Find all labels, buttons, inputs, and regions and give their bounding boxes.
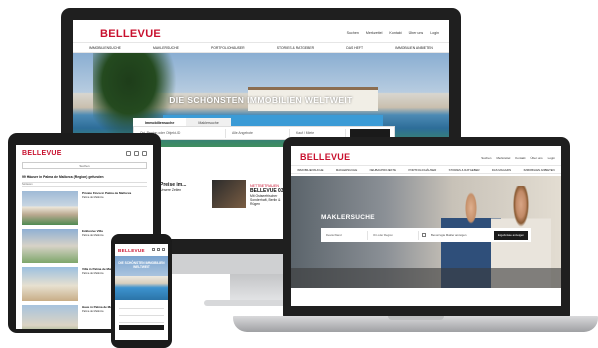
offer-type-select[interactable] (119, 311, 164, 316)
main-nav: IMMOBILIENSUCHE MAKLERSUCHE PORTFOLIOHÄU… (73, 42, 449, 53)
search-button[interactable] (119, 325, 164, 330)
menu-icon[interactable] (142, 151, 147, 156)
buy-rent-select[interactable] (119, 318, 164, 323)
brand-logo[interactable]: BELLEVUE (100, 28, 161, 40)
brand-logo[interactable]: BELLEVUE (300, 152, 350, 162)
nav-item-property-search[interactable]: IMMOBILIENSUCHE (89, 46, 121, 50)
listing-location: Palma de Mallorca (82, 271, 104, 275)
menu-icon[interactable] (162, 248, 165, 251)
nav-item-magazine[interactable]: DAS HEFT (346, 46, 363, 50)
listing-photo[interactable] (22, 191, 78, 225)
listing-location: Palma de Mallorca (82, 309, 104, 313)
magazine-cover-image[interactable] (212, 180, 246, 208)
sort-filter[interactable]: Sortieren (22, 182, 147, 187)
nav-item-stories[interactable]: STORIES & RATGEBER (277, 46, 314, 50)
nav-item-stories[interactable]: STORIES & RATGEBER (449, 168, 480, 172)
hero-title: DIE SCHÖNSTEN IMMOBILIEN WELTWEIT (118, 261, 165, 269)
preferred-agents-checkbox[interactable] (422, 233, 426, 237)
hero-title: MAKLERSUCHE (321, 214, 375, 221)
nav-item-portfolio[interactable]: PORTFOLIOHÄUSER (211, 46, 245, 50)
location-input[interactable]: Ort oder Region (371, 230, 419, 240)
show-results-button[interactable]: Ergebnisse anzeigen (493, 230, 528, 240)
tablet-header-icons (126, 151, 147, 156)
desktop-header: BELLEVUE Suchen Merkzettel Kontakt Über … (73, 20, 449, 42)
hero-title: DIE SCHÖNSTEN IMMOBILIEN WELTWEIT (169, 95, 353, 105)
utility-link-contact[interactable]: Kontakt (389, 31, 401, 35)
nav-item-new-builds[interactable]: NEUBAUPROJEKTE (370, 168, 396, 172)
listing-photo[interactable] (22, 229, 78, 263)
teaser-left[interactable]: Preise im... Unsere Zeilen (160, 182, 186, 192)
utility-links: Suchen Merkzettel Kontakt Über uns Login (347, 31, 439, 35)
utility-link-about[interactable]: Über uns (409, 31, 424, 35)
location-input[interactable] (119, 304, 164, 309)
laptop-screen: BELLEVUE Suchen Merkzettel Kontakt Über … (291, 146, 561, 306)
agent-search-bar: Deutschland Ort oder Region Bevorzugte M… (321, 228, 531, 242)
utility-link-login[interactable]: Login (430, 31, 439, 35)
listing-photo[interactable] (22, 305, 78, 329)
nav-item-portfolio[interactable]: PORTFOLIOHÄUSER (408, 168, 436, 172)
utility-link-watchlist[interactable]: Merkzettel (366, 31, 383, 35)
nav-item-offer-property[interactable]: IMMOBILIEN ANBIETEN (524, 168, 555, 172)
user-icon[interactable] (134, 151, 139, 156)
utility-link-about[interactable]: Über uns (530, 156, 542, 160)
brand-logo[interactable]: BELLEVUE (118, 248, 145, 253)
search-input[interactable]: Suchen (22, 162, 147, 169)
desk-image (291, 268, 561, 288)
listing-location: Palma de Mallorca (82, 195, 104, 199)
utility-link-login[interactable]: Login (548, 156, 555, 160)
heart-icon[interactable] (126, 151, 131, 156)
device-mockup-scene: BELLEVUE Suchen Merkzettel Kontakt Über … (0, 0, 598, 348)
nav-item-agent-search[interactable]: MAKLERSUCHE (153, 46, 179, 50)
listing-photo[interactable] (22, 267, 78, 301)
brand-logo[interactable]: BELLEVUE (22, 150, 62, 157)
nav-item-magazine[interactable]: DAS MAGAZIN (492, 168, 511, 172)
utility-link-contact[interactable]: Kontakt (515, 156, 525, 160)
utility-link-search[interactable]: Suchen (347, 31, 359, 35)
nav-item-agent-search[interactable]: MAKLERSUCHE (336, 168, 357, 172)
phone-screen: BELLEVUE DIE SCHÖNSTEN IMMOBILIEN WELTWE… (115, 244, 168, 340)
nav-item-offer-property[interactable]: IMMOBILIEN ANBIETEN (395, 46, 433, 50)
listing-location: Palma de Mallorca (82, 233, 104, 237)
country-select[interactable]: Deutschland (324, 230, 368, 240)
teaser-left-sub: Unsere Zeilen (160, 188, 182, 192)
phone-header-icons (152, 248, 165, 251)
heart-icon[interactable] (152, 248, 155, 251)
offer-type-select[interactable]: Alle Angebote (230, 128, 290, 138)
utility-links: Suchen Merkzettel Kontakt Über uns Login (481, 156, 555, 160)
list-item[interactable]: Private Finca in Palma de Mallorca Palma … (22, 191, 147, 227)
nav-item-property-search[interactable]: IMMOBILIENSUCHE (297, 168, 323, 172)
laptop-opening-notch (388, 316, 444, 320)
phone-search-form (119, 304, 164, 330)
utility-link-search[interactable]: Suchen (481, 156, 491, 160)
result-count: 99 Häuser in Palma de Mallorca (Region) … (22, 175, 104, 179)
main-nav: IMMOBILIENSUCHE MAKLERSUCHE NEUBAUPROJEK… (291, 165, 561, 174)
preferred-agents-label: Bevorzugte Makler anzeigen (431, 233, 467, 237)
utility-link-watchlist[interactable]: Merkzettel (496, 156, 510, 160)
user-icon[interactable] (157, 248, 160, 251)
